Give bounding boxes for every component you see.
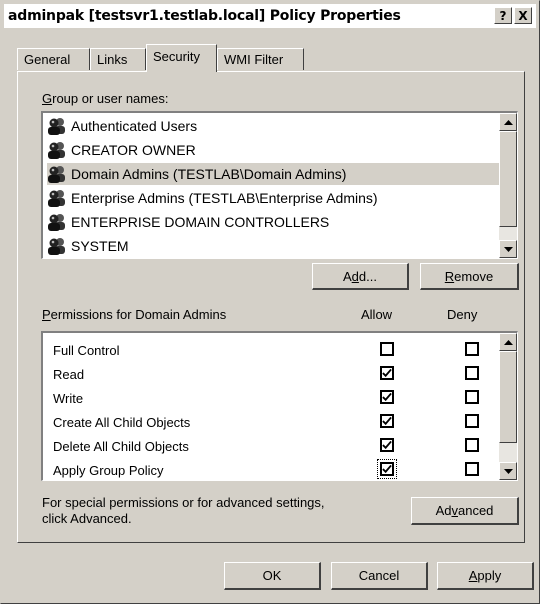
permission-row: Apply Group Policy — [53, 459, 493, 480]
tab-general[interactable]: General — [17, 48, 90, 70]
scroll-thumb[interactable] — [499, 351, 517, 443]
user-group-icon — [47, 165, 67, 183]
user-name: Domain Admins (TESTLAB\Domain Admins) — [71, 166, 347, 182]
user-group-icon — [47, 237, 67, 255]
user-list-item[interactable]: ENTERPRISE DOMAIN CONTROLLERS — [47, 211, 487, 233]
apply-button[interactable]: Apply — [437, 562, 534, 590]
permission-row: Delete All Child Objects — [53, 435, 493, 459]
deny-checkbox[interactable] — [465, 342, 479, 356]
tab-links[interactable]: Links — [90, 48, 146, 70]
user-list-item[interactable]: SYSTEM — [47, 235, 487, 257]
permission-row: Write — [53, 387, 493, 411]
user-group-icon — [47, 213, 67, 231]
group-or-user-names-label: Group or user names: — [42, 91, 169, 106]
user-list-item[interactable]: Authenticated Users — [47, 115, 487, 137]
scroll-up-button[interactable] — [499, 333, 517, 351]
advanced-hint-line-2: click Advanced. — [42, 511, 132, 526]
permission-name: Apply Group Policy — [53, 463, 164, 478]
scroll-down-button[interactable] — [499, 240, 517, 258]
tab-wmi-filter[interactable]: WMI Filter — [217, 48, 304, 70]
user-list-item[interactable]: Domain Admins (TESTLAB\Domain Admins) — [47, 163, 517, 185]
user-group-icon — [47, 117, 67, 135]
deny-checkbox[interactable] — [465, 438, 479, 452]
checkmark-icon — [382, 392, 392, 401]
cancel-button[interactable]: Cancel — [331, 562, 428, 590]
deny-checkbox[interactable] — [465, 390, 479, 404]
arrow-up-icon — [503, 119, 513, 125]
permissions-label: Permissions for Domain Admins — [42, 307, 227, 322]
scroll-down-button[interactable] — [499, 462, 517, 480]
permission-row: Create All Child Objects — [53, 411, 493, 435]
checkmark-icon — [382, 416, 392, 425]
user-name: Enterprise Admins (TESTLAB\Enterprise Ad… — [71, 190, 378, 206]
scroll-up-button[interactable] — [499, 113, 517, 131]
advanced-button[interactable]: Ad v anced — [411, 497, 519, 525]
user-group-icon — [47, 141, 67, 159]
permission-row: Read — [53, 363, 493, 387]
allow-checkbox[interactable] — [380, 342, 394, 356]
user-name: ENTERPRISE DOMAIN CONTROLLERS — [71, 214, 330, 230]
checkmark-icon — [382, 440, 392, 449]
user-list-item[interactable]: CREATOR OWNER — [47, 139, 487, 161]
allow-checkbox[interactable] — [380, 438, 394, 452]
checkmark-icon — [382, 464, 392, 473]
policy-properties-dialog: adminpak [testsvr1.testlab.local] Policy… — [0, 0, 540, 604]
deny-header: Deny — [447, 307, 478, 322]
deny-checkbox[interactable] — [465, 366, 479, 380]
help-button[interactable]: ? — [494, 7, 512, 24]
window-title: adminpak [testsvr1.testlab.local] Policy… — [8, 8, 401, 24]
permission-name: Full Control — [53, 343, 120, 358]
permission-name: Write — [53, 391, 84, 406]
user-name: SYSTEM — [71, 238, 129, 254]
title-bar[interactable]: adminpak [testsvr1.testlab.local] Policy… — [4, 4, 536, 28]
permission-name: Create All Child Objects — [53, 415, 191, 430]
advanced-hint-line-1: For special permissions or for advanced … — [42, 495, 325, 510]
allow-checkbox[interactable] — [380, 390, 394, 404]
permission-name: Delete All Child Objects — [53, 439, 189, 454]
user-list-scrollbar[interactable] — [499, 113, 517, 258]
add-button[interactable]: Ad d... — [312, 263, 409, 290]
deny-checkbox[interactable] — [465, 414, 479, 428]
user-name: Authenticated Users — [71, 118, 198, 134]
advanced-hint-text: For special permissions or for advanced … — [42, 495, 325, 527]
allow-checkbox[interactable] — [380, 366, 394, 380]
remove-button[interactable]: Remove — [420, 263, 519, 290]
ok-button[interactable]: OK — [224, 562, 321, 590]
deny-checkbox[interactable] — [465, 462, 479, 476]
arrow-down-icon — [503, 246, 513, 252]
allow-checkbox[interactable] — [380, 414, 394, 428]
user-name: CREATOR OWNER — [71, 142, 196, 158]
permissions-scrollbar[interactable] — [499, 333, 517, 480]
arrow-up-icon — [503, 339, 513, 345]
permission-name: Read — [53, 367, 85, 382]
user-list-item[interactable]: Enterprise Admins (TESTLAB\Enterprise Ad… — [47, 187, 487, 209]
allow-checkbox[interactable] — [377, 459, 397, 479]
allow-header: Allow — [361, 307, 393, 322]
user-list[interactable]: Authenticated Users CREATOR OWNER Domain A… — [41, 111, 518, 259]
user-group-icon — [47, 189, 67, 207]
tab-security[interactable]: Security — [146, 44, 217, 72]
permission-row: Full Control — [53, 339, 493, 363]
arrow-down-icon — [503, 468, 513, 474]
checkmark-icon — [382, 368, 392, 377]
permissions-list: Full Control Read Write Create All Child Ob… — [41, 331, 518, 481]
close-button[interactable]: X — [514, 7, 532, 24]
scroll-thumb[interactable] — [499, 131, 517, 227]
